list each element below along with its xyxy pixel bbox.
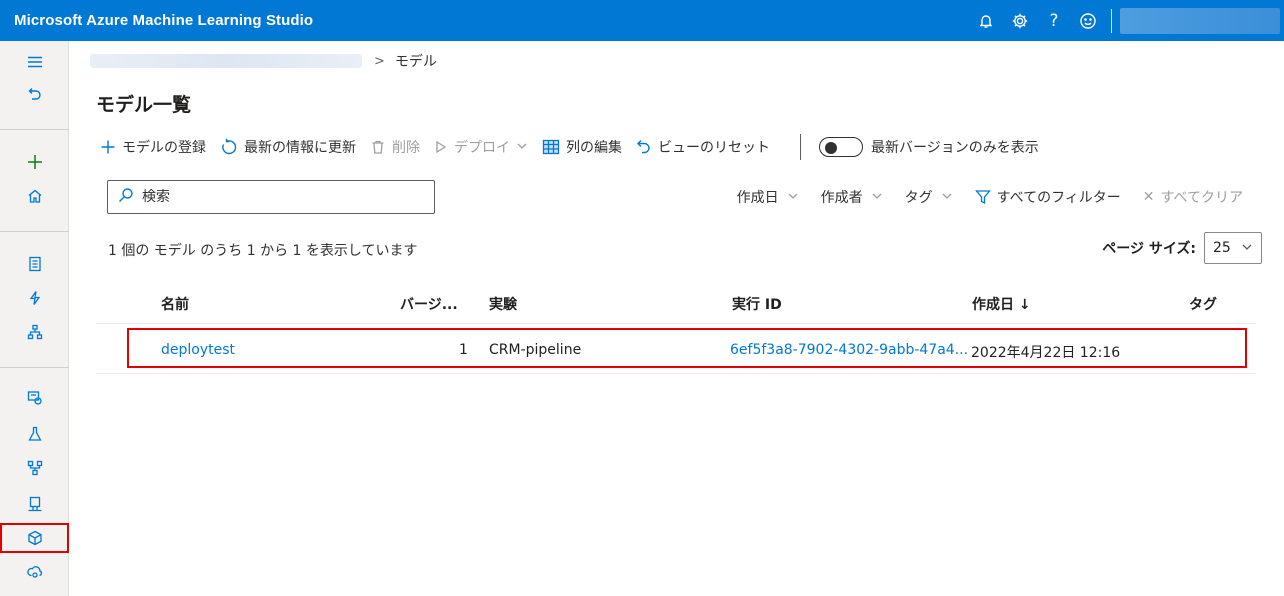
table-row[interactable]: deploytest 1 CRM-pipeline 6ef5f3a8-7902-… — [127, 328, 1247, 368]
search-input[interactable] — [142, 189, 422, 205]
search-box — [107, 180, 435, 214]
model-name-link[interactable]: deploytest — [161, 342, 235, 358]
pipelines-icon[interactable] — [0, 453, 69, 483]
column-header-name[interactable]: 名前 — [161, 294, 189, 314]
column-header-tags[interactable]: タグ — [1189, 294, 1217, 314]
column-header-experiment[interactable]: 実験 — [489, 294, 517, 314]
play-icon — [434, 140, 448, 154]
plus-icon[interactable] — [0, 147, 69, 177]
nav-separator — [0, 231, 69, 232]
run-id-link[interactable]: 6ef5f3a8-7902-4302-9abb-47a4... — [730, 342, 968, 358]
edit-columns-label: 列の編集 — [566, 140, 622, 156]
help-icon[interactable]: ? — [1037, 0, 1071, 41]
reset-view-label: ビューのリセット — [658, 140, 770, 156]
refresh-icon — [220, 138, 238, 156]
edit-columns-button[interactable]: 列の編集 — [542, 137, 622, 157]
reset-view-button[interactable]: ビューのリセット — [636, 137, 770, 157]
model-experiment: CRM-pipeline — [489, 342, 582, 358]
column-header-created[interactable]: 作成日 ↓ — [972, 294, 1031, 314]
notebook-icon[interactable] — [0, 249, 69, 279]
latest-only-toggle[interactable] — [819, 137, 863, 157]
command-divider — [800, 134, 801, 160]
results-count: 1 個の モデル のうち 1 から 1 を表示しています — [108, 243, 418, 259]
home-icon[interactable] — [0, 181, 69, 211]
deploy-label: デプロイ — [454, 140, 510, 156]
bell-icon[interactable] — [969, 0, 1003, 41]
compute-icon[interactable] — [0, 489, 69, 519]
filter-created-date-label: 作成日 — [736, 190, 779, 206]
plus-icon — [100, 139, 116, 155]
column-header-run-id[interactable]: 実行 ID — [732, 294, 782, 314]
page-size: ページ サイズ: 25 — [1102, 232, 1262, 264]
breadcrumb-workspace-link[interactable] — [90, 54, 362, 68]
gear-icon[interactable] — [1003, 0, 1037, 41]
model-version: 1 — [459, 342, 468, 358]
table-header: 名前 バージ... 実験 実行 ID 作成日 ↓ タグ — [96, 282, 1256, 324]
page-size-value: 25 — [1213, 240, 1231, 256]
search-icon — [118, 187, 134, 207]
topbar-divider — [1111, 8, 1112, 33]
nav-separator — [0, 367, 69, 368]
delete-label: 削除 — [392, 140, 420, 156]
endpoints-icon[interactable] — [0, 557, 69, 587]
filter-tags[interactable]: タグ — [905, 187, 953, 207]
page-size-dropdown[interactable]: 25 — [1204, 232, 1262, 264]
breadcrumb: > モデル — [90, 50, 437, 72]
clear-all-label: すべてクリア — [1160, 190, 1243, 206]
funnel-icon — [974, 189, 991, 205]
designer-icon[interactable] — [0, 317, 69, 347]
automl-icon[interactable] — [0, 283, 69, 313]
filter-tags-label: タグ — [904, 190, 933, 206]
chevron-down-icon — [516, 140, 528, 155]
close-icon: ✕ — [1142, 189, 1155, 205]
datasets-icon[interactable] — [0, 383, 69, 413]
app-title[interactable]: Microsoft Azure Machine Learning Studio — [0, 12, 313, 29]
register-model-button[interactable]: モデルの登録 — [100, 137, 206, 157]
models-cube-icon[interactable] — [0, 523, 69, 553]
refresh-button[interactable]: 最新の情報に更新 — [220, 137, 356, 157]
clear-all-button[interactable]: ✕ すべてクリア — [1143, 187, 1243, 207]
refresh-label: 最新の情報に更新 — [244, 140, 356, 156]
latest-only-label: 最新バージョンのみを表示 — [871, 140, 1039, 156]
left-nav — [0, 41, 69, 596]
hamburger-menu-icon[interactable] — [0, 47, 69, 77]
trash-icon — [370, 139, 386, 155]
all-filters-label: すべてのフィルター — [996, 190, 1121, 206]
delete-button[interactable]: 削除 — [370, 137, 420, 157]
undo-icon — [636, 139, 652, 155]
register-model-label: モデルの登録 — [122, 140, 206, 156]
chevron-down-icon — [871, 190, 883, 205]
filter-created-by-label: 作成者 — [820, 190, 863, 206]
experiments-flask-icon[interactable] — [0, 419, 69, 449]
nav-separator — [0, 129, 69, 130]
top-bar: Microsoft Azure Machine Learning Studio … — [0, 0, 1284, 41]
filter-created-by[interactable]: 作成者 — [821, 187, 883, 207]
filter-created-date[interactable]: 作成日 — [737, 187, 799, 207]
back-arrow-icon[interactable] — [0, 79, 69, 109]
page-size-label: ページ サイズ: — [1102, 241, 1196, 257]
column-header-version[interactable]: バージ... — [400, 294, 458, 314]
deploy-button[interactable]: デプロイ — [434, 137, 528, 157]
toggle-knob — [825, 142, 837, 154]
columns-icon — [542, 139, 560, 155]
chevron-down-icon — [787, 190, 799, 205]
row-divider — [96, 373, 1256, 374]
chevron-down-icon — [1241, 241, 1253, 256]
breadcrumb-current: モデル — [394, 54, 437, 70]
model-created: 2022年4月22日 12:16 — [971, 345, 1121, 361]
account-button[interactable] — [1120, 7, 1280, 34]
command-bar: モデルの登録 最新の情報に更新 削除 デプロイ 列の編集 ビューのリセット 最新… — [100, 134, 1053, 160]
filter-bar: 作成日 作成者 タグ すべてのフィルター ✕ すべてクリア — [715, 184, 1243, 210]
smiley-icon[interactable] — [1071, 0, 1105, 41]
chevron-down-icon — [941, 190, 953, 205]
all-filters-button[interactable]: すべてのフィルター — [974, 187, 1121, 207]
page-title: モデル一覧 — [96, 94, 192, 116]
breadcrumb-separator: > — [374, 53, 385, 69]
